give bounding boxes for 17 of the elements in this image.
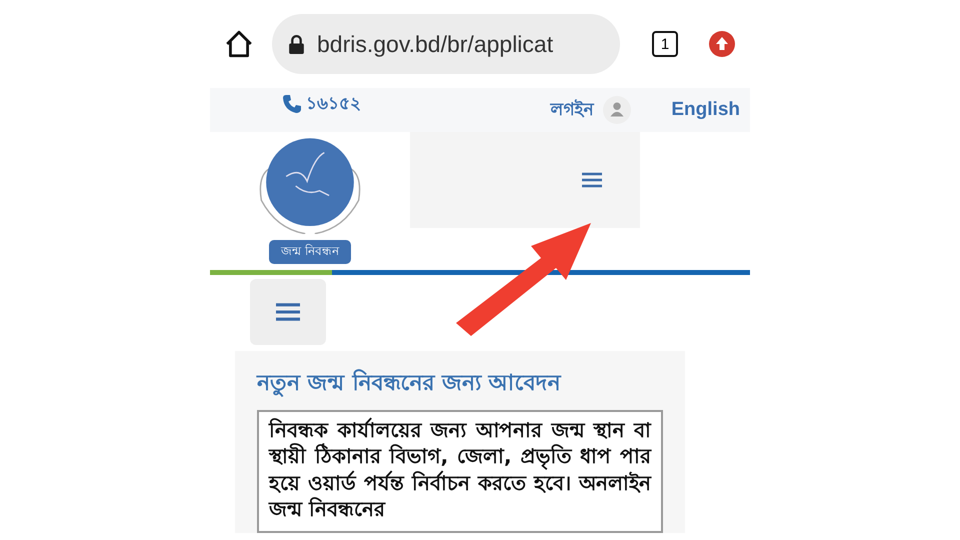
phone-icon (282, 94, 302, 114)
lock-icon (288, 34, 305, 54)
login-link[interactable]: লগইন (550, 96, 594, 124)
phone-number[interactable]: ১৬১৫২ (306, 90, 361, 118)
menu-icon (276, 302, 300, 322)
language-link[interactable]: English (671, 99, 740, 121)
logo-caption: জন্ম নিবন্ধন (269, 240, 351, 264)
tab-count-button[interactable]: 1 (652, 31, 678, 57)
upload-icon[interactable] (708, 30, 736, 58)
address-bar[interactable]: bdris.gov.bd/br/applicat (272, 14, 620, 74)
user-icon[interactable] (603, 96, 632, 124)
url-text: bdris.gov.bd/br/applicat (317, 30, 554, 58)
home-icon[interactable] (224, 29, 254, 59)
card-title: নতুন জন্ম নিবন্ধনের জন্য আবেদন (257, 368, 562, 399)
menu-button[interactable] (250, 279, 326, 345)
menu-icon[interactable] (582, 172, 602, 188)
instruction-text: নিবন্ধক কার্যালয়ের জন্য আপনার জন্ম স্থান বা স্থায়ী ঠিকানার বিভাগ, জেলা, প্রভৃতি ধাপ পার হয়ে ওয়ার্ড পর্যন্ত নির্বাচন করতে হবে। অনলাইন জন্ম নিবন্ধনের (257, 410, 663, 533)
